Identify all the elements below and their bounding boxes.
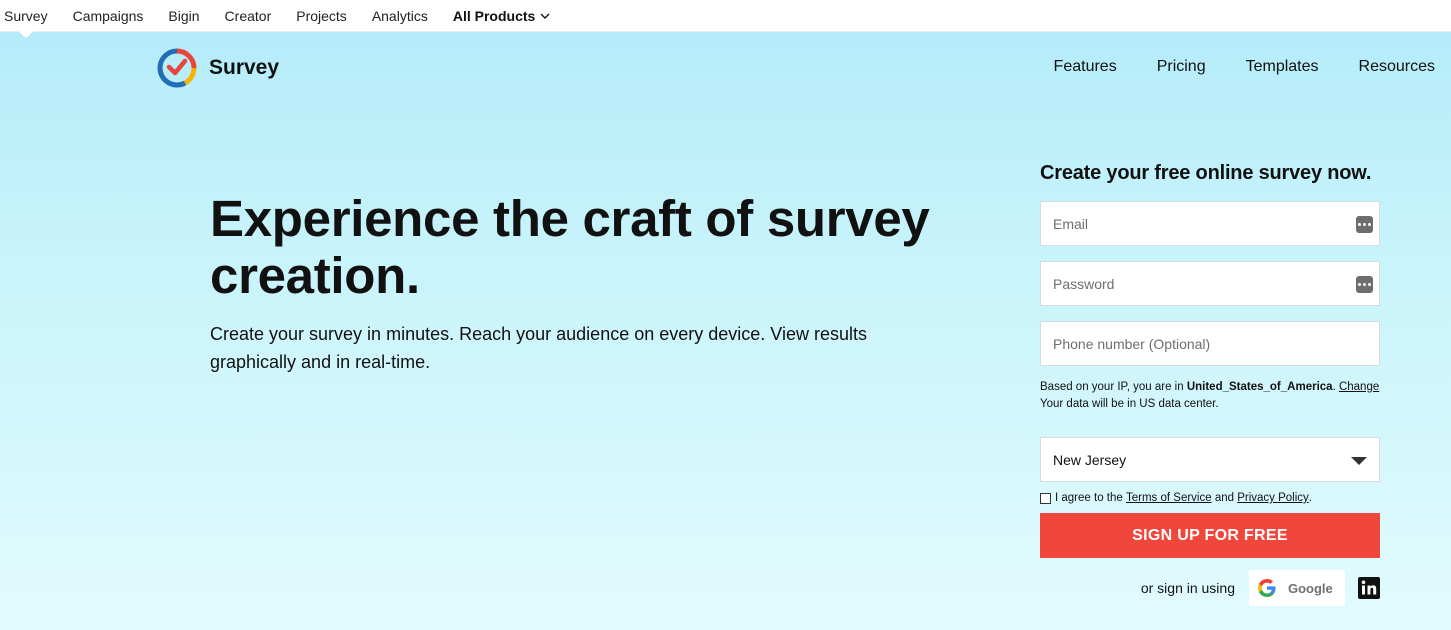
all-products-dropdown[interactable]: All Products bbox=[453, 8, 550, 24]
password-manager-icon[interactable] bbox=[1356, 276, 1373, 293]
change-location-link[interactable]: Change bbox=[1339, 381, 1379, 393]
or-sign-in-label: or sign in using bbox=[1140, 580, 1235, 596]
datacenter-note: Your data will be in US data center. bbox=[1040, 398, 1219, 410]
product-item-projects[interactable]: Projects bbox=[296, 8, 347, 24]
phone-field-wrapper bbox=[1040, 321, 1380, 366]
terms-agreement: I agree to the Terms of Service and Priv… bbox=[1040, 492, 1380, 504]
google-sign-in-button[interactable]: Google bbox=[1249, 570, 1345, 606]
sign-up-button[interactable]: SIGN UP FOR FREE bbox=[1040, 513, 1380, 558]
brand-name: Survey bbox=[209, 56, 280, 79]
region-selected-value: New Jersey bbox=[1053, 451, 1127, 468]
hero-section: Survey Features Pricing Templates Resour… bbox=[0, 32, 1451, 630]
survey-logo-icon bbox=[157, 48, 197, 88]
product-item-survey[interactable]: Survey bbox=[4, 8, 48, 24]
active-product-indicator bbox=[18, 31, 34, 38]
email-field[interactable] bbox=[1041, 202, 1379, 245]
product-item-creator[interactable]: Creator bbox=[225, 8, 272, 24]
social-sign-in: or sign in using Google bbox=[1040, 570, 1380, 606]
brand-logo-link[interactable]: Survey bbox=[156, 47, 279, 89]
terms-checkbox[interactable] bbox=[1040, 492, 1051, 504]
agree-prefix: I agree to the bbox=[1055, 492, 1123, 504]
password-field[interactable] bbox=[1041, 262, 1379, 305]
all-products-label: All Products bbox=[452, 7, 536, 24]
phone-field[interactable] bbox=[1041, 322, 1379, 365]
dropdown-triangle-icon bbox=[1351, 457, 1367, 465]
product-item-bigin[interactable]: Bigin bbox=[168, 8, 199, 24]
privacy-policy-link[interactable]: Privacy Policy bbox=[1237, 492, 1309, 504]
agree-and: and bbox=[1214, 492, 1235, 504]
signup-form: Create your free online survey now. Base… bbox=[1040, 162, 1380, 606]
google-label: Google bbox=[1288, 580, 1333, 596]
agree-suffix: . bbox=[1308, 492, 1312, 504]
ip-country: United_States_of_America bbox=[1186, 381, 1333, 393]
email-field-wrapper bbox=[1040, 201, 1380, 246]
password-manager-icon[interactable] bbox=[1356, 216, 1373, 233]
terms-of-service-link[interactable]: Terms of Service bbox=[1126, 492, 1212, 504]
form-title: Create your free online survey now. bbox=[1040, 162, 1372, 184]
product-bar: Survey Campaigns Bigin Creator Projects … bbox=[0, 0, 1451, 32]
nav-features[interactable]: Features bbox=[1054, 58, 1117, 76]
ip-location-note: Based on your IP, you are in United_Stat… bbox=[1040, 379, 1380, 413]
hero-headline: Experience the craft of survey creation. bbox=[210, 190, 930, 304]
nav-pricing[interactable]: Pricing bbox=[1157, 58, 1206, 76]
hero-subcopy: Create your survey in minutes. Reach you… bbox=[210, 324, 867, 372]
nav-templates[interactable]: Templates bbox=[1246, 58, 1319, 76]
password-field-wrapper bbox=[1040, 261, 1380, 306]
ip-prefix: Based on your IP, you are in bbox=[1040, 381, 1187, 393]
chevron-down-icon bbox=[540, 13, 550, 19]
linkedin-icon[interactable] bbox=[1358, 577, 1380, 599]
google-icon bbox=[1258, 579, 1276, 597]
region-select[interactable]: New Jersey bbox=[1040, 437, 1380, 482]
product-item-analytics[interactable]: Analytics bbox=[372, 8, 428, 24]
product-item-campaigns[interactable]: Campaigns bbox=[73, 8, 144, 24]
nav-resources[interactable]: Resources bbox=[1359, 58, 1435, 76]
main-nav: Features Pricing Templates Resources bbox=[1014, 58, 1435, 76]
